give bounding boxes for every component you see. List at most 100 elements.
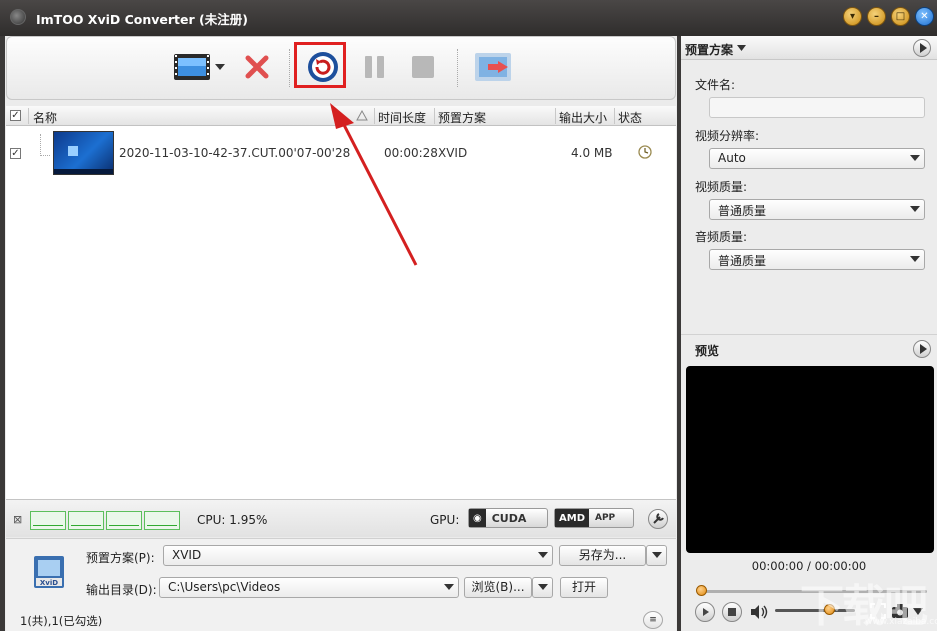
chevron-down-icon <box>444 584 454 590</box>
profile-panel-title[interactable]: 预置方案 <box>685 41 733 58</box>
xvid-profile-icon: XviD <box>34 556 64 588</box>
video-thumbnail <box>53 131 114 175</box>
cpu-toggle-icon[interactable]: ⊠ <box>13 513 22 526</box>
select-all-checkbox[interactable]: ✓ <box>10 110 21 121</box>
column-separator <box>555 108 556 124</box>
annotation-arrow <box>330 103 418 266</box>
video-res-label: 视频分辨率: <box>695 129 760 143</box>
play-icon <box>703 608 709 616</box>
remove-button[interactable] <box>241 49 273 85</box>
chevron-down-icon <box>910 206 920 212</box>
watermark-url: www.xiazaiba.com <box>865 617 937 627</box>
header-profile[interactable]: 预置方案 <box>438 109 486 126</box>
maximize-button[interactable]: □ <box>891 7 910 26</box>
header-status[interactable]: 状态 <box>618 109 642 126</box>
add-dropdown-button[interactable] <box>213 49 227 85</box>
file-name-label: 文件名: <box>695 78 736 92</box>
stop-icon <box>728 608 736 616</box>
toolbar-separator <box>457 49 458 87</box>
column-separator <box>28 108 29 124</box>
chevron-down-icon <box>651 552 662 558</box>
output-dir-select[interactable]: C:\Users\pc\Videos <box>159 577 459 598</box>
output-button[interactable] <box>473 49 513 85</box>
clock-icon <box>638 145 652 159</box>
tree-line <box>40 134 50 156</box>
amd-app-button[interactable]: AMD APP <box>554 508 634 528</box>
add-file-button[interactable] <box>172 49 212 85</box>
app-label: APP <box>595 513 616 523</box>
chevron-down-icon[interactable] <box>737 45 746 52</box>
cpu-graph <box>30 511 66 530</box>
stop-preview-button[interactable] <box>722 602 742 622</box>
header-output-size[interactable]: 输出大小 <box>559 109 607 126</box>
output-arrow-icon <box>475 53 511 81</box>
output-dir-value: C:\Users\pc\Videos <box>168 580 281 594</box>
settings-wrench-button[interactable] <box>648 509 668 529</box>
column-separator <box>614 108 615 124</box>
video-quality-select[interactable]: 普通质量 <box>709 199 925 220</box>
log-button[interactable]: ≡ <box>643 611 663 629</box>
preview-expand-button[interactable] <box>913 340 931 358</box>
amd-logo: AMD <box>555 509 589 527</box>
cuda-button[interactable]: ◉ CUDA <box>468 508 548 528</box>
profile-select[interactable]: XVID <box>163 545 553 566</box>
audio-quality-label: 音频质量: <box>695 230 748 244</box>
cpu-graph <box>144 511 180 530</box>
thumbnail-taskbar <box>54 169 113 174</box>
video-quality-label: 视频质量: <box>695 180 748 194</box>
audio-quality-select[interactable]: 普通质量 <box>709 249 925 270</box>
browse-dropdown[interactable] <box>532 577 553 598</box>
chevron-down-icon <box>215 64 225 70</box>
preview-screen <box>686 366 934 553</box>
window-title: ImTOO XviD Converter (未注册) <box>36 12 248 27</box>
chevron-down-icon <box>910 155 920 161</box>
output-dir-label: 输出目录(D): <box>86 583 157 597</box>
file-name-input[interactable] <box>709 97 925 118</box>
svg-text:XviD: XviD <box>40 579 58 587</box>
chevron-down-icon <box>910 256 920 262</box>
pause-button[interactable] <box>360 49 390 85</box>
profile-panel-header: 预置方案 <box>681 36 937 60</box>
play-button[interactable] <box>695 602 715 622</box>
log-icon: ≡ <box>649 615 657 625</box>
browse-button[interactable]: 浏览(B)... <box>464 577 532 598</box>
video-res-value: Auto <box>718 151 746 165</box>
file-count-status: 1(共),1(已勾选) <box>20 614 103 628</box>
app-logo-icon <box>10 9 26 25</box>
chevron-down-icon <box>538 552 548 558</box>
profile-select-value: XVID <box>172 548 202 562</box>
right-panel: 预置方案 文件名: 视频分辨率: Auto 视频质量: 普通质量 音频质量: 普… <box>681 36 937 631</box>
status-bar: ⊠ CPU: 1.95% GPU: ◉ CUDA AMD APP <box>6 499 676 537</box>
cpu-graph <box>106 511 142 530</box>
open-button[interactable]: 打开 <box>560 577 608 598</box>
stop-icon <box>412 56 434 78</box>
save-as-button[interactable]: 另存为... <box>559 545 646 566</box>
save-as-dropdown[interactable] <box>646 545 667 566</box>
preview-label: 预览 <box>695 344 720 358</box>
profile-label: 预置方案(P): <box>86 551 155 565</box>
file-profile[interactable]: XVID <box>438 146 467 160</box>
menu-dropdown-icon[interactable]: ▾ <box>843 7 862 26</box>
cuda-label: CUDA <box>491 511 527 525</box>
convert-button-highlight <box>294 42 346 88</box>
seek-knob[interactable] <box>696 585 707 596</box>
cpu-usage: CPU: 1.95% <box>197 513 268 527</box>
bottom-panel: XviD 预置方案(P): XVID 另存为... 输出目录(D): C:\Us… <box>6 538 676 631</box>
minimize-button[interactable]: – <box>867 7 886 26</box>
close-button[interactable]: ✕ <box>915 7 934 26</box>
row-checkbox[interactable]: ✓ <box>10 148 21 159</box>
nvidia-logo-icon: ◉ <box>469 509 486 527</box>
pause-icon <box>365 56 384 78</box>
stop-button[interactable] <box>408 49 438 85</box>
windows-logo-icon <box>68 146 78 156</box>
header-name[interactable]: 名称 <box>33 109 57 126</box>
cpu-graph <box>68 511 104 530</box>
gpu-label: GPU: <box>430 513 460 527</box>
video-res-select[interactable]: Auto <box>709 148 925 169</box>
audio-quality-value: 普通质量 <box>718 254 767 268</box>
red-x-icon <box>245 55 269 79</box>
film-add-icon <box>174 54 210 80</box>
toolbar-separator <box>289 49 290 87</box>
panel-expand-button[interactable] <box>913 39 931 57</box>
volume-icon[interactable] <box>749 604 769 620</box>
